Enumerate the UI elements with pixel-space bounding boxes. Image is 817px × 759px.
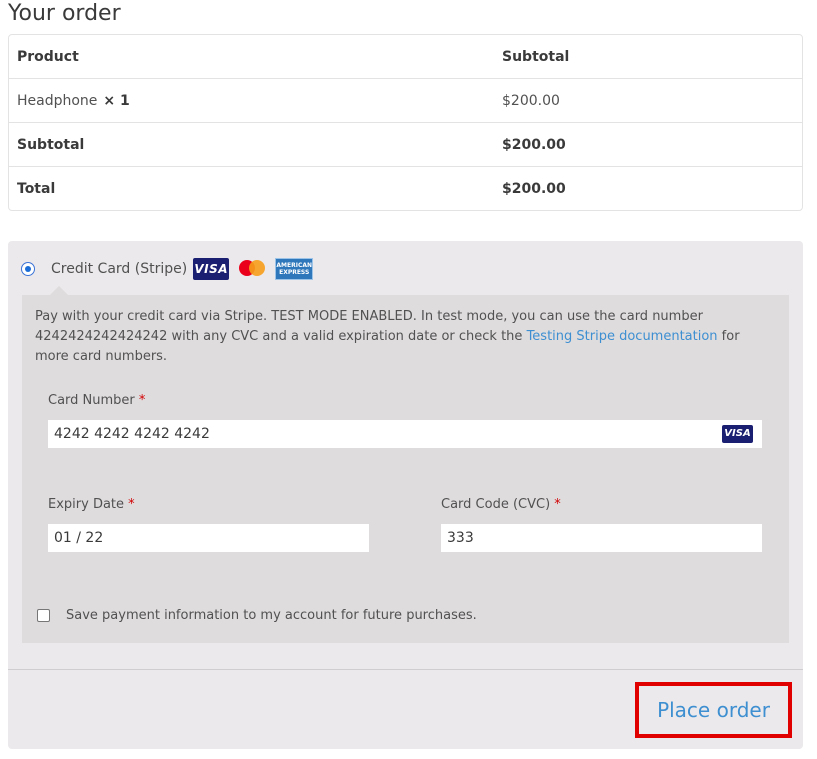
table-header-row: Product Subtotal	[9, 35, 802, 79]
place-order-button[interactable]: Place order	[635, 682, 792, 738]
card-number-input[interactable]: 4242 4242 4242 4242 VISA	[48, 420, 762, 448]
total-row: Total $200.00	[9, 167, 802, 210]
column-header-product: Product	[17, 49, 79, 65]
card-number-label: Card Number *	[48, 393, 145, 408]
product-subtotal: $200.00	[502, 93, 560, 109]
required-mark: *	[554, 497, 561, 512]
payment-section: Credit Card (Stripe) VISA AMERICAN EXPRE…	[8, 241, 803, 749]
required-mark: *	[128, 497, 135, 512]
payment-method-stripe[interactable]: Credit Card (Stripe) VISA AMERICAN EXPRE…	[21, 257, 321, 281]
column-header-subtotal: Subtotal	[502, 49, 570, 65]
product-name: Headphone	[17, 93, 98, 109]
card-number-value: 4242 4242 4242 4242	[54, 426, 210, 442]
amex-icon: AMERICAN EXPRESS	[275, 258, 314, 280]
card-brand-visa-icon: VISA	[722, 425, 753, 443]
subtotal-row: Subtotal $200.00	[9, 123, 802, 167]
table-row: Headphone × 1 $200.00	[9, 79, 802, 123]
expiry-date-label-text: Expiry Date	[48, 497, 125, 512]
total-value: $200.00	[502, 181, 566, 197]
amex-text-line2: EXPRESS	[279, 269, 310, 276]
testing-stripe-docs-link[interactable]: Testing Stripe documentation	[527, 329, 718, 344]
visa-icon: VISA	[193, 258, 230, 280]
subtotal-label: Subtotal	[17, 137, 85, 153]
payment-method-label[interactable]: Credit Card (Stripe)	[51, 261, 187, 277]
cvc-input[interactable]: 333	[441, 524, 762, 552]
save-payment-label[interactable]: Save payment information to my account f…	[66, 608, 477, 623]
required-mark: *	[138, 393, 146, 408]
product-cell: Headphone × 1	[17, 79, 130, 123]
product-quantity: × 1	[103, 93, 130, 109]
card-number-label-text: Card Number	[48, 393, 135, 408]
order-heading: Your order	[8, 1, 121, 26]
expiry-date-label: Expiry Date *	[48, 497, 135, 512]
save-payment-checkbox[interactable]	[37, 609, 50, 622]
amex-text-line1: AMERICAN	[276, 262, 313, 269]
order-table: Product Subtotal Headphone × 1 $200.00 Su…	[8, 34, 803, 211]
mastercard-icon	[237, 258, 267, 280]
cvc-label: Card Code (CVC) *	[441, 497, 561, 512]
save-payment-info-row[interactable]: Save payment information to my account f…	[37, 608, 477, 623]
stripe-payment-panel: Pay with your credit card via Stripe. TE…	[22, 286, 789, 643]
payment-description: Pay with your credit card via Stripe. TE…	[35, 307, 775, 367]
subtotal-value: $200.00	[502, 137, 566, 153]
expiry-date-input[interactable]: 01 / 22	[48, 524, 369, 552]
total-label: Total	[17, 181, 56, 197]
cvc-label-text: Card Code (CVC)	[441, 497, 551, 512]
payment-method-radio[interactable]	[21, 262, 35, 276]
divider	[8, 669, 803, 670]
